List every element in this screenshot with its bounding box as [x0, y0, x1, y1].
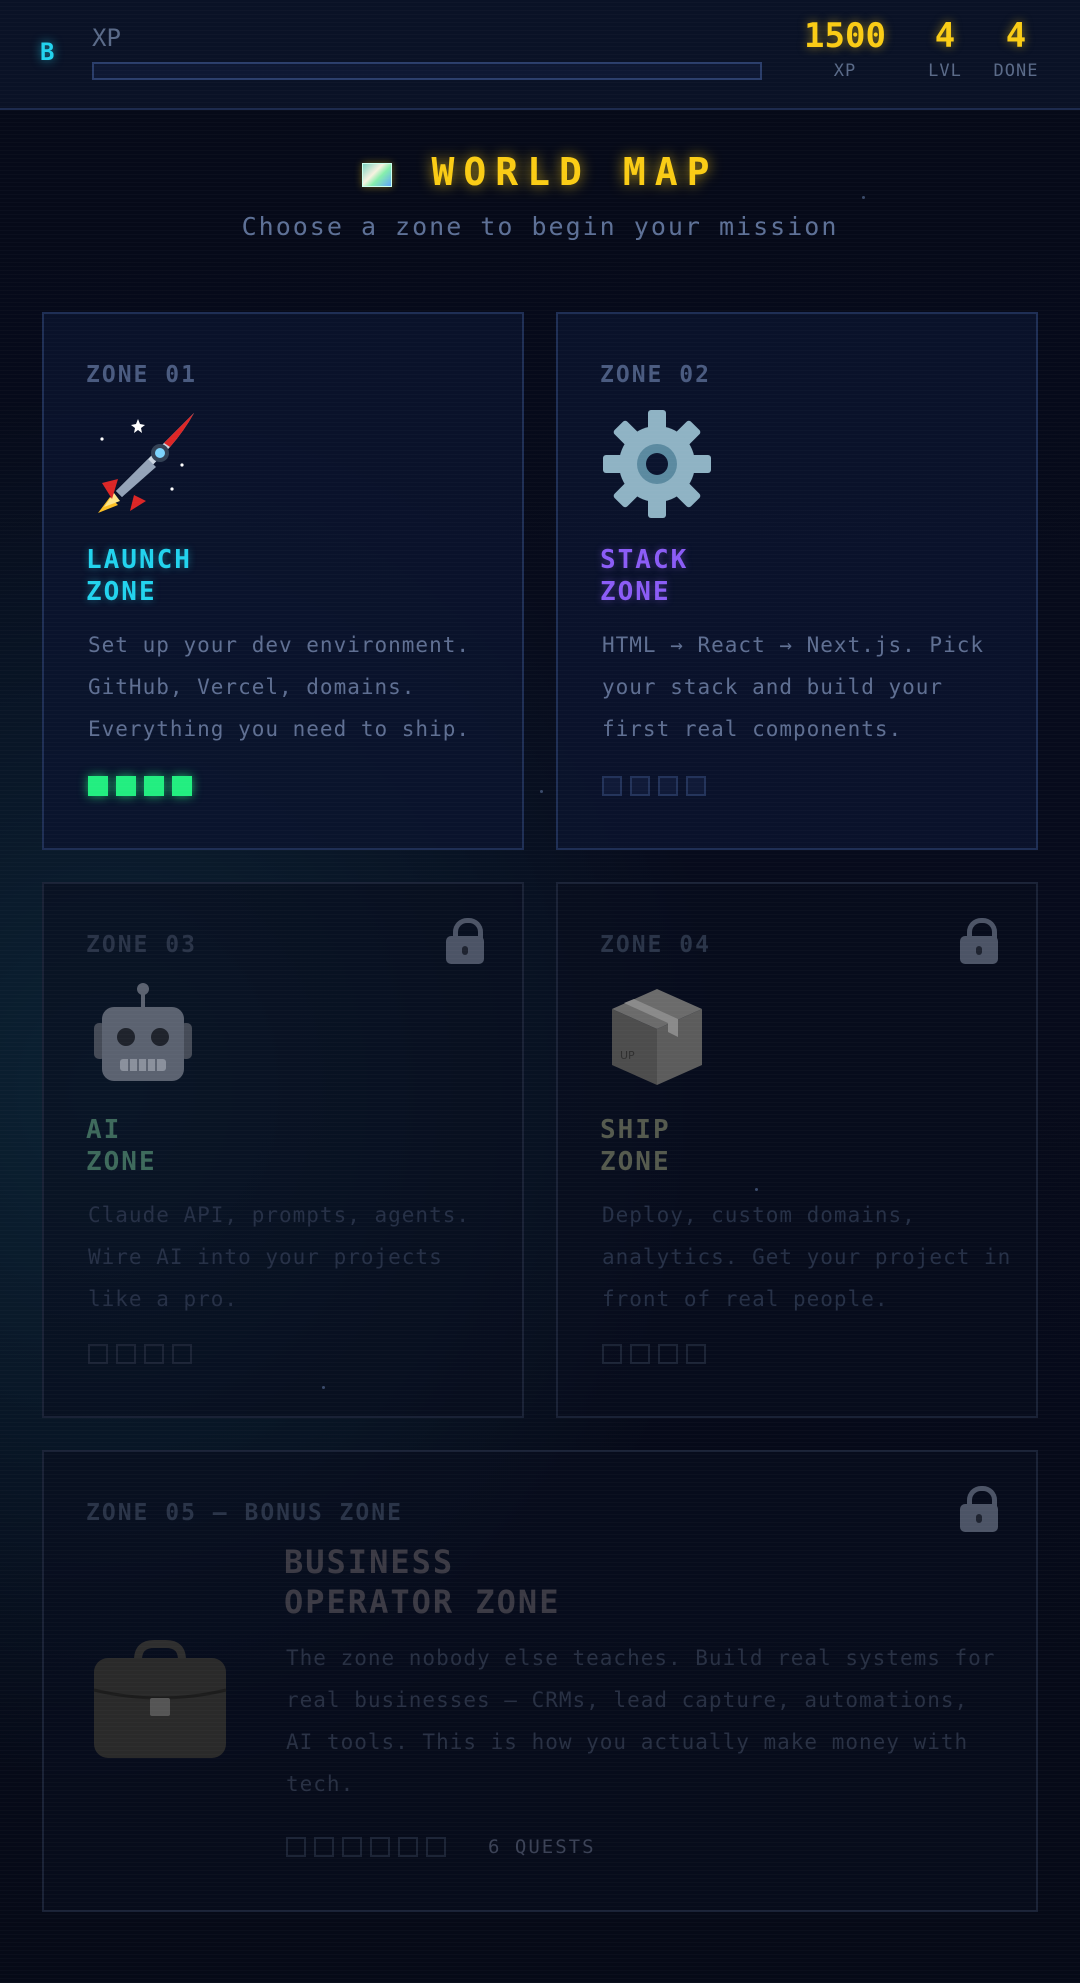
xp-progress-bar — [92, 62, 762, 80]
package-icon: UP — [602, 979, 712, 1089]
svg-text:UP: UP — [620, 1049, 635, 1062]
zone-number: ZONE 02 — [600, 362, 711, 388]
zone-title: BUSINESS OPERATOR ZONE — [284, 1543, 561, 1621]
stat-xp-label: XP — [833, 61, 857, 82]
quest-pip — [144, 1344, 164, 1364]
quest-pip — [370, 1837, 390, 1857]
quest-pip — [314, 1837, 334, 1857]
stat-level: 4 LVL — [915, 16, 975, 82]
quest-pip — [116, 776, 136, 796]
rocket-icon — [88, 409, 198, 519]
top-bar: B XP 1500 XP 4 LVL 4 DONE — [0, 0, 1080, 110]
quest-progress — [602, 1344, 706, 1364]
zone-card-bonus[interactable]: ZONE 05 — BONUS ZONE BUSINESS OPERATOR Z… — [42, 1450, 1038, 1912]
quest-pip — [602, 1344, 622, 1364]
stat-level-label: LVL — [928, 61, 962, 82]
zone-number: ZONE 03 — [86, 932, 197, 958]
quest-pip — [658, 776, 678, 796]
lock-icon — [960, 918, 998, 964]
zone-card-ai[interactable]: ZONE 03 AI ZONE Claude API, prompts, age… — [42, 882, 524, 1418]
app-logo[interactable]: B — [40, 38, 54, 66]
quest-progress — [88, 776, 192, 796]
zone-title: STACK ZONE — [600, 545, 689, 607]
zone-title: LAUNCH ZONE — [86, 545, 192, 607]
quest-progress: 6 QUESTS — [286, 1836, 596, 1858]
star-decoration — [322, 1386, 325, 1389]
stat-done-value: 4 — [1005, 16, 1027, 56]
quest-pip — [630, 776, 650, 796]
stat-done-label: DONE — [993, 61, 1039, 82]
zone-description: HTML → React → Next.js. Pick your stack … — [602, 633, 985, 741]
quest-pip — [686, 776, 706, 796]
robot-icon — [88, 979, 198, 1089]
zone-number: ZONE 01 — [86, 362, 197, 388]
lock-icon — [960, 1486, 998, 1532]
zone-number: ZONE 04 — [600, 932, 711, 958]
zone-description: Claude API, prompts, agents. Wire AI int… — [88, 1203, 471, 1311]
zone-card-launch[interactable]: ZONE 01 LAUNCH ZONE Set up your dev envi… — [42, 312, 524, 850]
quest-pip — [398, 1837, 418, 1857]
quest-count: 6 QUESTS — [488, 1836, 596, 1858]
quest-pip — [286, 1837, 306, 1857]
quest-pip — [172, 1344, 192, 1364]
stat-xp: 1500 XP — [790, 16, 900, 82]
quest-pip — [88, 776, 108, 796]
stat-level-value: 4 — [934, 16, 956, 56]
star-decoration — [862, 196, 865, 199]
star-decoration — [755, 1188, 758, 1191]
world-map-icon — [361, 162, 392, 187]
quest-pip — [342, 1837, 362, 1857]
zone-card-stack[interactable]: ZONE 02 STACK ZONE HTML → React → Next.j… — [556, 312, 1038, 850]
page-subtitle: Choose a zone to begin your mission — [241, 212, 839, 241]
star-decoration — [540, 790, 543, 793]
page-title-text: WORLD MAP — [431, 150, 719, 194]
stat-xp-value: 1500 — [804, 16, 886, 56]
gear-icon — [602, 409, 712, 519]
zone-number: ZONE 05 — BONUS ZONE — [86, 1500, 403, 1526]
zone-description: Set up your dev environment. GitHub, Ver… — [88, 633, 471, 741]
quest-progress — [602, 776, 706, 796]
quest-pip — [172, 776, 192, 796]
zone-description: The zone nobody else teaches. Build real… — [286, 1646, 996, 1796]
quest-pip — [116, 1344, 136, 1364]
xp-label: XP — [92, 24, 121, 52]
quest-pip — [658, 1344, 678, 1364]
quest-pip — [602, 776, 622, 796]
zone-title: SHIP ZONE — [600, 1115, 671, 1177]
quest-pip — [144, 776, 164, 796]
quest-progress — [88, 1344, 192, 1364]
quest-pip — [630, 1344, 650, 1364]
lock-icon — [446, 918, 484, 964]
briefcase-icon — [90, 1632, 230, 1762]
quest-pip — [88, 1344, 108, 1364]
quest-pip — [426, 1837, 446, 1857]
zone-card-ship[interactable]: ZONE 04 UP SHIP ZONE Deploy, custom doma… — [556, 882, 1038, 1418]
zone-description: Deploy, custom domains, analytics. Get y… — [602, 1203, 1012, 1311]
stat-done: 4 DONE — [985, 16, 1047, 82]
zone-title: AI ZONE — [86, 1115, 157, 1177]
page-title: WORLD MAP — [0, 150, 1080, 194]
quest-pip — [686, 1344, 706, 1364]
